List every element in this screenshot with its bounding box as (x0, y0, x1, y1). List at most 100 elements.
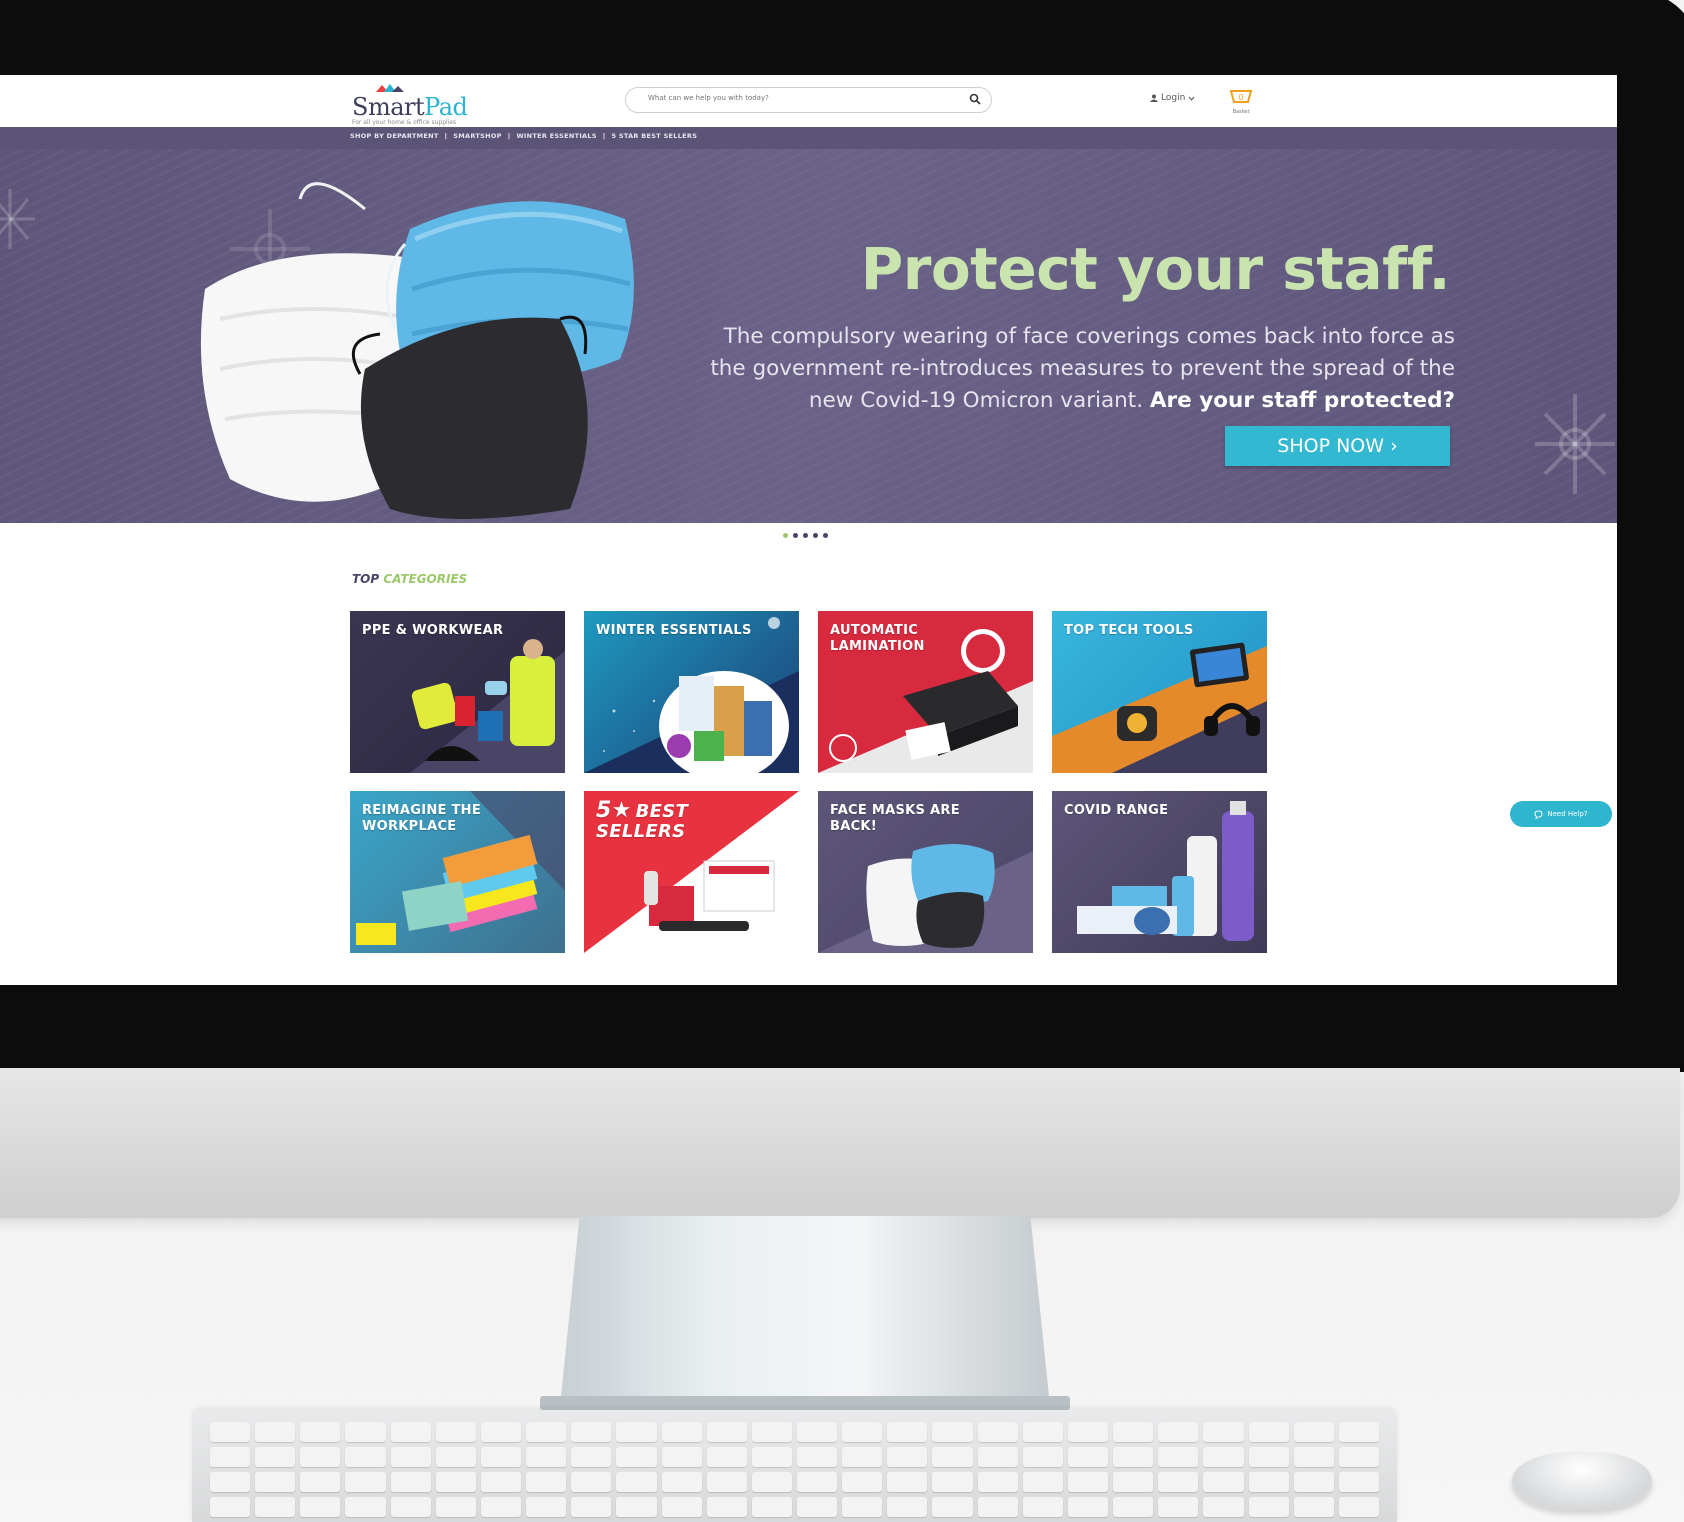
monitor-chin (0, 1068, 1680, 1218)
keyboard-key (1022, 1497, 1063, 1517)
category-tile-reimagine-the-workplace[interactable]: REIMAGINE THE WORKPLACE (350, 791, 565, 953)
category-tile-automatic-lamination[interactable]: AUTOMATIC LAMINATION (818, 611, 1033, 773)
smartpad-logo[interactable]: SmartPad For all your home & office supp… (352, 83, 468, 126)
keyboard-key (210, 1497, 251, 1517)
carousel-dot[interactable] (783, 533, 788, 538)
logo-mark-icon (376, 84, 404, 92)
keyboard-key (1293, 1497, 1334, 1517)
keyboard-key (345, 1447, 386, 1467)
keyboard-key (1338, 1422, 1379, 1442)
keyboard (192, 1410, 1397, 1522)
keyboard-key (1203, 1422, 1244, 1442)
keyboard-key (1293, 1422, 1334, 1442)
snowflake-decoration (1535, 394, 1615, 494)
keyboard-key (932, 1497, 973, 1517)
keyboard-key (977, 1472, 1018, 1492)
keyboard-key (1067, 1472, 1109, 1492)
category-tile-winter-essentials[interactable]: WINTER ESSENTIALS (584, 611, 799, 773)
category-label: PPE & WORKWEAR (362, 623, 504, 638)
keyboard-key (1338, 1497, 1379, 1517)
category-label: 5★ BEST SELLERS (596, 798, 689, 842)
hero-body: The compulsory wearing of face coverings… (700, 321, 1455, 417)
user-icon (1150, 94, 1158, 102)
search-icon[interactable] (969, 93, 981, 105)
nav-item-winter-essentials[interactable]: WINTER ESSENTIALS (516, 132, 596, 140)
keyboard-key (255, 1472, 296, 1492)
mouse (1512, 1452, 1652, 1510)
keyboard-key (390, 1472, 431, 1492)
basket-button[interactable]: 0 Basket (1228, 85, 1254, 115)
carousel-dot[interactable] (813, 533, 818, 538)
category-label: REIMAGINE THE WORKPLACE (362, 803, 482, 834)
keyboard-key (1022, 1447, 1063, 1467)
hero-body-line: the government re-introduces measures to… (710, 356, 1455, 381)
carousel-dot[interactable] (793, 533, 798, 538)
login-menu[interactable]: Login (1150, 93, 1195, 103)
keyboard-key (1113, 1422, 1154, 1442)
carousel-dots (783, 533, 828, 538)
keyboard-key (797, 1472, 838, 1492)
category-tile-best-sellers[interactable]: 5★ BEST SELLERS (584, 791, 799, 953)
main-nav: SHOP BY DEPARTMENT | SMARTSHOP | WINTER … (0, 127, 1617, 149)
keyboard-key (210, 1472, 251, 1492)
keyboard-key (1113, 1447, 1154, 1467)
nav-item-shop-by-department[interactable]: SHOP BY DEPARTMENT (350, 132, 439, 140)
keyboard-key (435, 1472, 476, 1492)
need-help-label: Need Help? (1547, 810, 1588, 818)
keyboard-key (797, 1422, 838, 1442)
category-tile-top-tech-tools[interactable]: TOP TECH TOOLS (1052, 611, 1267, 773)
category-label: COVID RANGE (1064, 803, 1169, 818)
keyboard-key (390, 1422, 431, 1442)
keyboard-key (887, 1422, 928, 1442)
carousel-dot[interactable] (823, 533, 828, 538)
keyboard-key (842, 1472, 883, 1492)
keyboard-key (571, 1472, 612, 1492)
chat-bubble-icon (1534, 809, 1543, 819)
category-label: AUTOMATIC LAMINATION (830, 623, 925, 654)
keyboard-key (1203, 1447, 1244, 1467)
keyboard-key (661, 1497, 702, 1517)
keyboard-key (977, 1422, 1018, 1442)
keyboard-key (842, 1497, 883, 1517)
keyboard-key (706, 1472, 747, 1492)
keyboard-key (1022, 1422, 1063, 1442)
keyboard-key (255, 1422, 296, 1442)
nav-item-smartshop[interactable]: SMARTSHOP (453, 132, 501, 140)
site-header: SmartPad For all your home & office supp… (0, 75, 1617, 127)
keyboard-key (435, 1422, 476, 1442)
category-tile-ppe-workwear[interactable]: PPE & WORKWEAR (350, 611, 565, 773)
keyboard-key (300, 1422, 341, 1442)
keyboard-key (1158, 1472, 1199, 1492)
category-tile-face-masks[interactable]: FACE MASKS ARE BACK! (818, 791, 1033, 953)
hero-banner[interactable]: Protect your staff. The compulsory weari… (0, 149, 1617, 523)
shop-now-button[interactable]: SHOP NOW › (1225, 426, 1450, 466)
basket-count: 0 (1238, 93, 1243, 102)
keyboard-key (300, 1472, 341, 1492)
keyboard-key (526, 1472, 567, 1492)
category-tile-covid-range[interactable]: COVID RANGE (1052, 791, 1267, 953)
keyboard-key (435, 1497, 476, 1517)
keyboard-key (661, 1472, 702, 1492)
keyboard-key (1067, 1447, 1109, 1467)
nav-item-5-star-best-sellers[interactable]: 5 STAR BEST SELLERS (612, 132, 698, 140)
search-input[interactable] (646, 93, 950, 103)
keyboard-key (571, 1447, 612, 1467)
keyboard-key (390, 1497, 431, 1517)
keyboard-key (1113, 1497, 1154, 1517)
keyboard-key (842, 1422, 883, 1442)
search-bar[interactable] (625, 87, 992, 113)
category-grid: PPE & WORKWEAR WINTER ESSENTIALS AUTOMAT… (350, 611, 1267, 953)
keyboard-key (887, 1472, 928, 1492)
carousel-dot[interactable] (803, 533, 808, 538)
keyboard-key (1248, 1497, 1289, 1517)
keyboard-key (932, 1472, 973, 1492)
keyboard-key (1067, 1497, 1109, 1517)
hero-body-line: The compulsory wearing of face coverings… (723, 324, 1455, 349)
need-help-button[interactable]: Need Help? (1510, 801, 1612, 827)
keyboard-key (661, 1422, 702, 1442)
keyboard-key (571, 1422, 612, 1442)
login-label: Login (1161, 93, 1186, 103)
keyboard-key (480, 1447, 522, 1467)
nav-divider: | (507, 132, 511, 140)
keyboard-key (480, 1497, 522, 1517)
